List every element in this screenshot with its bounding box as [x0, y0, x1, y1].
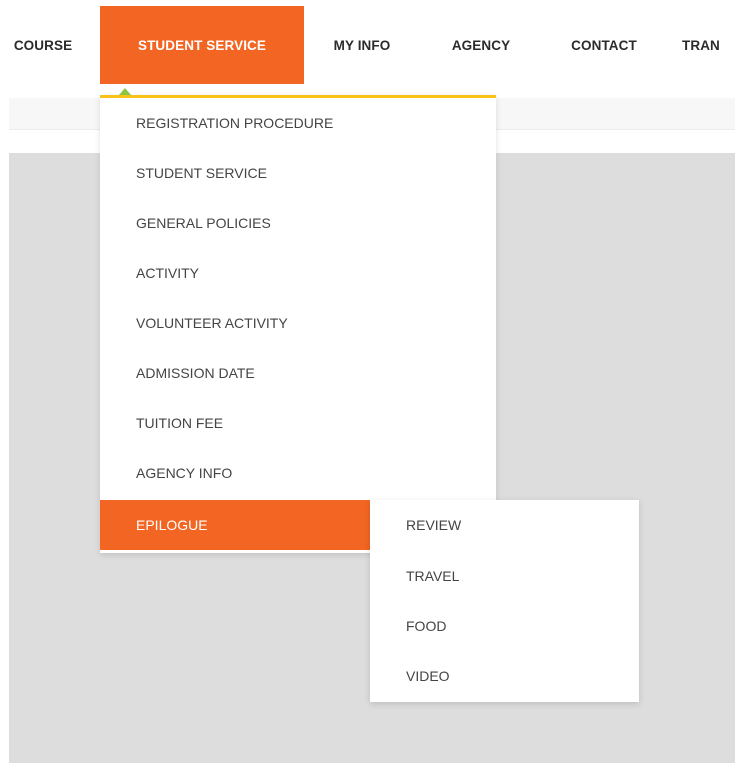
dropdown-item-general-policies[interactable]: GENERAL POLICIES [100, 198, 496, 248]
submenu-item-travel[interactable]: TRAVEL [370, 551, 639, 601]
submenu-item-review[interactable]: REVIEW [370, 500, 639, 550]
nav-item-course[interactable]: COURSE [0, 6, 88, 84]
dropdown-item-student-service[interactable]: STUDENT SERVICE [100, 148, 496, 198]
active-caret-icon [119, 88, 131, 95]
dropdown-item-volunteer-activity[interactable]: VOLUNTEER ACTIVITY [100, 298, 496, 348]
epilogue-submenu: REVIEW TRAVEL FOOD VIDEO [370, 500, 639, 702]
main-nav: COURSE STUDENT SERVICE MY INFO AGENCY CO… [0, 0, 735, 88]
nav-item-tran[interactable]: TRAN [682, 6, 735, 84]
dropdown-item-activity[interactable]: ACTIVITY [100, 248, 496, 298]
submenu-item-food[interactable]: FOOD [370, 601, 639, 651]
dropdown-item-epilogue[interactable]: EPILOGUE [100, 500, 370, 550]
dropdown-item-agency-info[interactable]: AGENCY INFO [100, 448, 496, 498]
nav-item-student-service[interactable]: STUDENT SERVICE [100, 6, 304, 84]
nav-item-contact[interactable]: CONTACT [554, 6, 654, 84]
dropdown-item-tuition-fee[interactable]: TUITION FEE [100, 398, 496, 448]
student-service-dropdown: REGISTRATION PROCEDURE STUDENT SERVICE G… [100, 95, 496, 553]
nav-item-agency[interactable]: AGENCY [436, 6, 526, 84]
submenu-item-video[interactable]: VIDEO [370, 651, 639, 701]
dropdown-item-admission-date[interactable]: ADMISSION DATE [100, 348, 496, 398]
dropdown-item-registration-procedure[interactable]: REGISTRATION PROCEDURE [100, 98, 496, 148]
nav-item-my-info[interactable]: MY INFO [316, 6, 408, 84]
